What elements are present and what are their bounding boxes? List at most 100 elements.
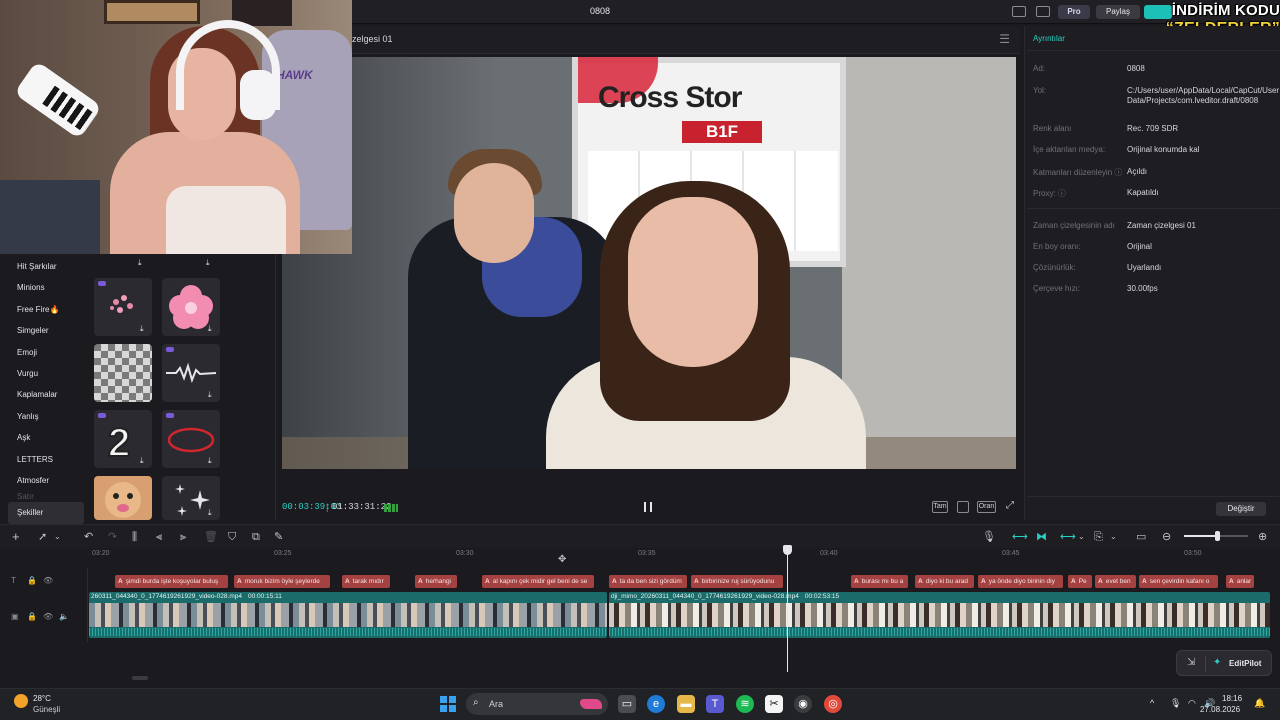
layout-icon[interactable] xyxy=(1012,6,1026,17)
teams-icon[interactable]: T xyxy=(706,695,724,713)
chevron-down-icon[interactable]: ⌄ xyxy=(1110,530,1117,544)
preview-axis-icon[interactable]: ⎘ xyxy=(1094,530,1103,544)
weather-temperature[interactable]: 28°C xyxy=(33,694,51,703)
microphone-tray-icon[interactable]: 🎙 xyxy=(1170,698,1181,709)
windows-start-icon[interactable] xyxy=(440,696,456,712)
caption-clip[interactable]: Amoruk bizim öyle şeylerde xyxy=(234,575,330,588)
caption-clip[interactable]: Adiyo ki bu arad xyxy=(915,575,974,588)
category-item[interactable]: Yanlış xyxy=(8,406,84,427)
category-item[interactable]: Satır xyxy=(8,491,84,502)
eye-icon[interactable]: 👁 xyxy=(43,576,53,585)
shortcuts-icon[interactable] xyxy=(1036,6,1050,17)
caption-clip[interactable]: Aşimdi burda işte koşuyolar buluş xyxy=(115,575,228,588)
capcut-icon[interactable]: ✂ xyxy=(765,695,783,713)
lock-icon[interactable]: 🔒 xyxy=(27,576,37,585)
editpilot-button[interactable]: ⇲ ✦ EditPilot xyxy=(1176,650,1272,676)
snap-icon[interactable]: ⧓ xyxy=(1036,530,1047,544)
crop-icon[interactable]: ⧉ xyxy=(252,530,260,544)
pro-button[interactable]: Pro xyxy=(1058,5,1090,19)
playhead[interactable] xyxy=(787,546,788,672)
category-item[interactable]: Minions xyxy=(8,277,84,298)
category-item[interactable]: Atmosfer xyxy=(8,470,84,491)
sticker-item[interactable]: ⤓ xyxy=(162,410,220,468)
caption-icon[interactable]: ▭ xyxy=(1136,530,1146,544)
download-icon[interactable]: ⤓ xyxy=(138,258,148,268)
sticker-item[interactable]: ⤓ xyxy=(162,344,220,402)
caption-clip[interactable]: A Pe xyxy=(1068,575,1092,588)
category-item[interactable]: Free Fire🔥 xyxy=(8,299,84,320)
taskbar-date[interactable]: 27.08.2026 xyxy=(1200,705,1240,714)
split-right-icon[interactable]: ⫸ xyxy=(180,530,186,544)
category-item[interactable]: LETTERS xyxy=(8,449,84,470)
video-preview[interactable]: Cross Stor B1F xyxy=(282,57,1016,469)
download-icon[interactable]: ⤓ xyxy=(208,325,216,333)
lock-icon[interactable]: 🔒 xyxy=(27,612,37,621)
category-item-active[interactable]: Şekiller xyxy=(8,502,84,524)
magic-edit-icon[interactable]: ✎ xyxy=(274,530,283,544)
timeline-ruler[interactable] xyxy=(88,548,1280,560)
file-explorer-icon[interactable]: ▬ xyxy=(677,695,695,713)
zoom-in-icon[interactable]: ⊕ xyxy=(1258,530,1267,544)
sun-icon[interactable] xyxy=(14,694,28,708)
redo-icon[interactable]: ↷ xyxy=(108,530,117,544)
taskbar-search[interactable]: ⌕ Ara xyxy=(466,693,608,715)
caption-clip[interactable]: Asen çevirdin kafanı o xyxy=(1139,575,1218,588)
caption-clip[interactable]: Aal kapını çek midir gel beni de se xyxy=(482,575,594,588)
video-clip[interactable]: dji_mimo_20260311_044340_0_1774619261929… xyxy=(609,592,1270,638)
download-icon[interactable]: ⤓ xyxy=(140,391,148,399)
caption-clip[interactable]: Ata da ben sizi gördüm xyxy=(609,575,687,588)
download-icon[interactable]: ⤓ xyxy=(208,509,216,517)
category-item[interactable]: Emoji xyxy=(8,342,84,363)
category-item[interactable]: Aşk xyxy=(8,427,84,448)
download-icon[interactable]: ⤓ xyxy=(208,391,216,399)
category-item[interactable]: Vurgu xyxy=(8,363,84,384)
download-icon[interactable]: ⤓ xyxy=(140,325,148,333)
change-button[interactable]: Değiştir xyxy=(1216,502,1266,516)
full-quality-button[interactable]: Tam xyxy=(932,501,948,513)
task-view-icon[interactable]: ▭ xyxy=(618,695,636,713)
category-item[interactable]: Simgeler xyxy=(8,320,84,341)
pause-icon[interactable] xyxy=(644,502,652,512)
spotify-icon[interactable]: ≋ xyxy=(736,695,754,713)
download-icon[interactable]: ⤓ xyxy=(140,457,148,465)
download-icon[interactable]: ⤓ xyxy=(206,258,216,268)
chevron-down-icon[interactable]: ⌄ xyxy=(1078,530,1085,544)
sticker-item[interactable]: ⤓ xyxy=(94,344,152,402)
split-icon[interactable]: ⫼ xyxy=(132,530,137,544)
ratio-button[interactable]: Oran xyxy=(977,501,996,513)
caption-clip[interactable]: Atarak mıdır xyxy=(342,575,390,588)
menu-icon[interactable]: ☰ xyxy=(999,32,1010,46)
caption-clip[interactable]: Aburası mı bu a xyxy=(851,575,908,588)
delete-icon[interactable]: 🗑 xyxy=(204,530,218,544)
split-left-icon[interactable]: ⫷ xyxy=(156,530,162,544)
add-track-icon[interactable]: + xyxy=(12,530,20,544)
download-icon[interactable]: ⤓ xyxy=(208,457,216,465)
caption-clip[interactable]: Aya önde diyo birinin diy xyxy=(978,575,1063,588)
caption-clip[interactable]: Abirbirinize ruj sürüyodunu xyxy=(691,575,783,588)
video-clip[interactable]: 260311_044340_0_1774619261929_video-028.… xyxy=(89,592,607,638)
chevron-up-icon[interactable]: ^ xyxy=(1150,698,1154,708)
zoom-slider-handle[interactable] xyxy=(1215,531,1220,541)
caption-clip[interactable]: Aanlar xyxy=(1226,575,1254,588)
wifi-icon[interactable]: ◠ xyxy=(1188,698,1196,709)
select-tool-icon[interactable]: ➚ xyxy=(38,530,47,544)
edge-browser-icon[interactable]: e xyxy=(647,695,665,713)
eye-icon[interactable]: 👁 xyxy=(43,612,53,621)
caption-clip[interactable]: Aherhangi xyxy=(415,575,457,588)
fullscreen-icon[interactable]: ⤢ xyxy=(1005,501,1015,513)
taskbar-time[interactable]: 18:16 xyxy=(1222,694,1242,703)
category-item[interactable]: Kaplamalar xyxy=(8,384,84,405)
chevron-down-icon[interactable]: ⌄ xyxy=(54,530,61,544)
shield-icon[interactable]: ⛉ xyxy=(228,530,236,544)
timeline-scrollbar[interactable] xyxy=(132,676,148,680)
sticker-item[interactable] xyxy=(94,476,152,520)
link-clips-icon[interactable]: ⟷ xyxy=(1012,530,1028,544)
sticker-item[interactable]: ⤓ xyxy=(162,278,220,336)
share-button[interactable]: Paylaş xyxy=(1096,5,1140,19)
cover-icon[interactable]: ▣ xyxy=(11,612,19,621)
obs-icon[interactable]: ◉ xyxy=(794,695,812,713)
undo-icon[interactable]: ↶ xyxy=(84,530,93,544)
microphone-record-icon[interactable]: 🎙 xyxy=(982,530,996,544)
zoom-fit-icon[interactable] xyxy=(957,501,969,513)
sticker-item[interactable]: ⤓ xyxy=(162,476,220,520)
